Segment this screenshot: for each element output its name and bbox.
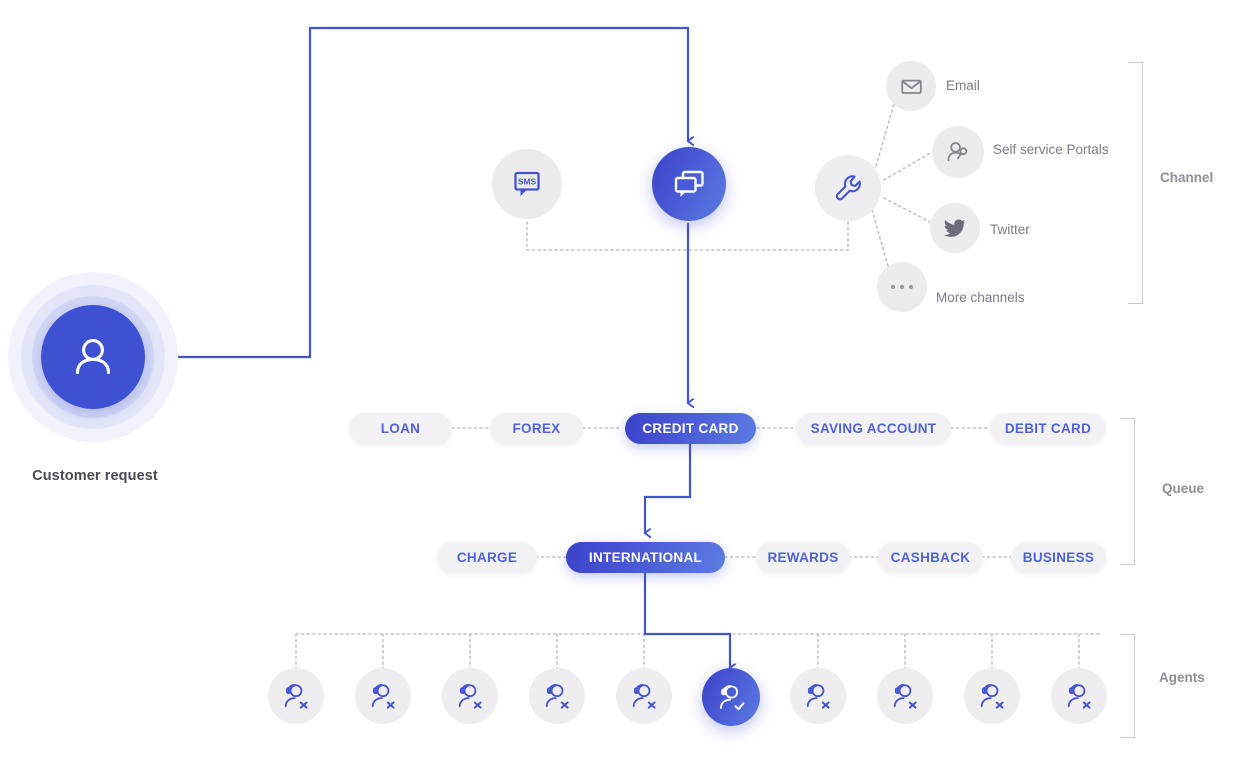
customer-request-node[interactable] bbox=[8, 272, 178, 442]
agent-unavailable-icon bbox=[980, 684, 1004, 709]
channel-node-sms[interactable]: SMS bbox=[492, 149, 562, 219]
bracket-label-channel: Channel bbox=[1160, 170, 1214, 185]
route-international-to-agent bbox=[643, 573, 730, 668]
queue-pill-rewards[interactable]: REWARDS bbox=[756, 542, 850, 573]
agent-node-9[interactable] bbox=[964, 668, 1020, 724]
channel-label-more: More channels bbox=[936, 290, 1025, 305]
route-creditcard-to-international bbox=[645, 444, 692, 533]
agent-node-8[interactable] bbox=[877, 668, 933, 724]
bracket-agents bbox=[1120, 634, 1135, 738]
agent-available-icon bbox=[719, 684, 744, 710]
queue-pill-forex[interactable]: FOREX bbox=[490, 413, 583, 444]
queue-pill-business[interactable]: BUSINESS bbox=[1011, 542, 1106, 573]
channel-label-self-service: Self service Portals bbox=[993, 142, 1109, 157]
routing-diagram: Customer request SMS Email Self service … bbox=[0, 0, 1237, 758]
person-icon bbox=[75, 339, 111, 375]
bracket-label-queue: Queue bbox=[1162, 481, 1205, 496]
active-route bbox=[178, 26, 1237, 758]
channel-node-hub[interactable] bbox=[815, 155, 881, 221]
bracket-label-agents: Agents bbox=[1159, 670, 1205, 685]
twitter-icon bbox=[943, 219, 966, 237]
chat-icon bbox=[674, 170, 704, 197]
ellipsis-icon bbox=[890, 284, 914, 290]
agent-node-5[interactable] bbox=[616, 668, 672, 724]
agent-unavailable-icon bbox=[458, 684, 482, 709]
agent-node-1[interactable] bbox=[268, 668, 324, 724]
bracket-queue bbox=[1120, 418, 1135, 565]
agent-unavailable-icon bbox=[284, 684, 308, 709]
queue-pill-charge[interactable]: CHARGE bbox=[437, 542, 537, 573]
channel-node-chat[interactable] bbox=[652, 147, 726, 221]
svg-text:SMS: SMS bbox=[518, 177, 537, 187]
self-service-icon bbox=[947, 141, 967, 161]
agent-unavailable-icon bbox=[806, 684, 830, 709]
sms-icon: SMS bbox=[514, 171, 540, 196]
agent-unavailable-icon bbox=[371, 684, 395, 709]
agent-node-10[interactable] bbox=[1051, 668, 1107, 724]
envelope-icon bbox=[900, 79, 922, 94]
queue-pill-loan[interactable]: LOAN bbox=[349, 413, 452, 444]
route-customer-to-chat bbox=[178, 26, 688, 359]
channel-node-more[interactable] bbox=[877, 262, 927, 312]
channel-label-email: Email bbox=[946, 78, 980, 93]
wrench-icon bbox=[835, 175, 861, 201]
channel-label-twitter: Twitter bbox=[990, 222, 1030, 237]
agent-unavailable-icon bbox=[632, 684, 656, 709]
agent-unavailable-icon bbox=[893, 684, 917, 709]
queue-pill-international[interactable]: INTERNATIONAL bbox=[566, 542, 725, 573]
agent-node-2[interactable] bbox=[355, 668, 411, 724]
agent-unavailable-icon bbox=[1067, 684, 1091, 709]
customer-avatar bbox=[41, 305, 145, 409]
agent-node-3[interactable] bbox=[442, 668, 498, 724]
channel-node-email[interactable] bbox=[886, 61, 936, 111]
queue-pill-saving-account[interactable]: SAVING ACCOUNT bbox=[796, 413, 951, 444]
queue-pill-credit-card[interactable]: CREDIT CARD bbox=[625, 413, 756, 444]
channel-node-twitter[interactable] bbox=[930, 203, 980, 253]
agent-unavailable-icon bbox=[545, 684, 569, 709]
queue-pill-debit-card[interactable]: DEBIT CARD bbox=[990, 413, 1106, 444]
queue-pill-cashback[interactable]: CASHBACK bbox=[878, 542, 983, 573]
agent-node-7[interactable] bbox=[790, 668, 846, 724]
agent-node-4[interactable] bbox=[529, 668, 585, 724]
bracket-channel bbox=[1128, 62, 1143, 304]
channel-node-self-service[interactable] bbox=[932, 126, 984, 178]
agent-node-6-assigned[interactable] bbox=[702, 668, 760, 726]
